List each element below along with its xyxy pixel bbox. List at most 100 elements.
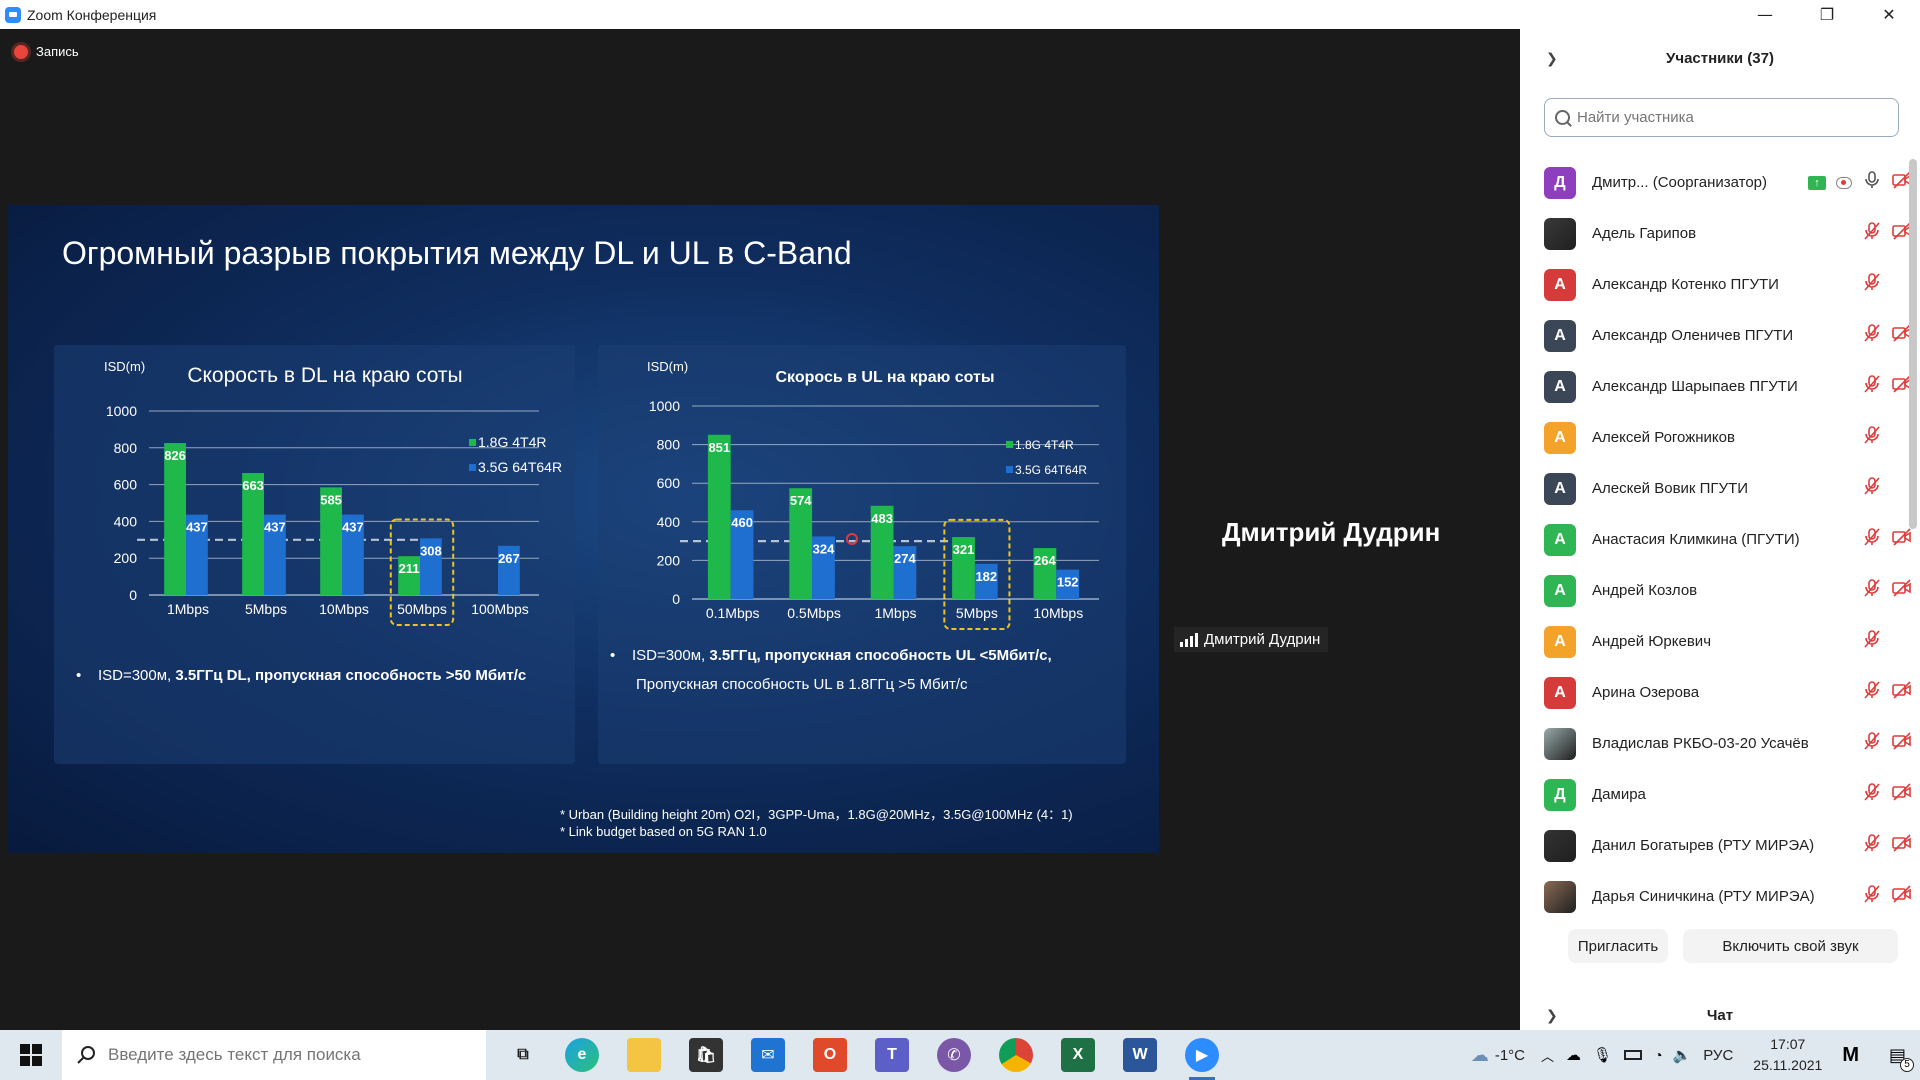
speaker-name-tag-label: Дмитрий Дудрин bbox=[1204, 631, 1321, 648]
participant-status-icons bbox=[1862, 221, 1912, 246]
invite-button[interactable]: Пригласить bbox=[1568, 929, 1668, 963]
participant-name: Андрей Юркевич bbox=[1592, 633, 1712, 650]
participants-header: ❯ Участники (37) bbox=[1520, 29, 1920, 87]
participant-avatar: А bbox=[1544, 472, 1576, 505]
participant-status-icons bbox=[1862, 527, 1912, 552]
weather-temperature[interactable]: -1°C bbox=[1495, 1047, 1525, 1064]
y-tick-label: 0 bbox=[672, 591, 680, 607]
widget-icon[interactable]: M bbox=[1842, 1044, 1859, 1067]
windows-taskbar: ⧉ e 🛍 ✉ OT ✆ XW ▶ ☁ -1°C ︿ ☁ 🎙 ◔ 🔈 РУС 17:07 25… bbox=[0, 1030, 1920, 1080]
x-tick-label: 5Mbps bbox=[956, 605, 998, 621]
participant-name: Александр Оленичев ПГУТИ bbox=[1592, 327, 1794, 344]
participant-list-scrollbar[interactable] bbox=[1909, 159, 1917, 529]
participant-row[interactable]: А Андрей Юркевич bbox=[1520, 616, 1912, 667]
chat-header[interactable]: ❯ Чат bbox=[1520, 1001, 1920, 1029]
volume-icon[interactable]: 🔈 bbox=[1673, 1046, 1692, 1064]
video-off-icon bbox=[1892, 782, 1912, 807]
participant-row[interactable]: Д Дмитр... (Соорганизатор) ↑ bbox=[1520, 157, 1912, 208]
taskbar-mail-icon[interactable]: ✉ bbox=[751, 1038, 785, 1072]
bar-value-label: 483 bbox=[871, 511, 893, 526]
taskbar-search-input[interactable] bbox=[108, 1045, 468, 1065]
bar-value-label: 308 bbox=[420, 543, 442, 558]
y-tick-label: 600 bbox=[114, 477, 138, 493]
y-tick-label: 600 bbox=[657, 475, 681, 491]
taskbar-excel-icon[interactable]: X bbox=[1061, 1038, 1095, 1072]
video-off-icon bbox=[1892, 833, 1912, 858]
clock-date: 25.11.2021 bbox=[1753, 1057, 1823, 1073]
collapse-participants-icon[interactable]: ❯ bbox=[1546, 50, 1558, 67]
onedrive-icon[interactable]: ☁ bbox=[1566, 1046, 1581, 1064]
participant-name: Дамира bbox=[1592, 786, 1646, 803]
participant-status-icons bbox=[1862, 272, 1912, 297]
participant-avatar bbox=[1544, 880, 1576, 913]
microphone-tray-icon[interactable]: 🎙 bbox=[1593, 1046, 1612, 1064]
participant-row[interactable]: А Александр Оленичев ПГУТИ bbox=[1520, 310, 1912, 361]
participant-row[interactable]: А Анастасия Климкина (ПГУТИ) bbox=[1520, 514, 1912, 565]
participant-row[interactable]: А Алексей Рогожников bbox=[1520, 412, 1912, 463]
x-tick-label: 5Mbps bbox=[245, 601, 287, 617]
minimize-button[interactable]: — bbox=[1734, 0, 1796, 29]
participant-row[interactable]: А Александр Котенко ПГУТИ bbox=[1520, 259, 1912, 310]
y-tick-label: 400 bbox=[114, 513, 138, 529]
ul-bullet-bold: 3.5ГГц, пропускная способность UL <5Мбит… bbox=[709, 647, 1052, 664]
participant-name: Данил Богатырев (РТУ МИРЭА) bbox=[1592, 837, 1815, 854]
language-indicator[interactable]: РУС bbox=[1703, 1047, 1733, 1064]
close-button[interactable]: ✕ bbox=[1858, 0, 1920, 29]
participant-row[interactable]: Д Дамира bbox=[1520, 769, 1912, 820]
participant-row[interactable]: Дарья Синичкина (РТУ МИРЭА) bbox=[1520, 871, 1912, 922]
chart-title: Скорость в DL на краю соты bbox=[187, 364, 462, 387]
taskbar-viber-icon[interactable]: ✆ bbox=[937, 1038, 971, 1072]
restore-button[interactable]: ❐ bbox=[1796, 0, 1858, 29]
recording-icon bbox=[14, 44, 28, 59]
microphone-muted-icon bbox=[1862, 782, 1882, 807]
participant-name: Дарья Синичкина (РТУ МИРЭА) bbox=[1592, 888, 1815, 905]
recording-indicator[interactable]: Запись bbox=[14, 44, 79, 59]
participant-row[interactable]: Адель Гарипов bbox=[1520, 208, 1912, 259]
taskbar-zoom-icon[interactable]: ▶ bbox=[1185, 1038, 1219, 1080]
x-tick-label: 0.5Mbps bbox=[787, 605, 841, 621]
tray-chevron-icon[interactable]: ︿ bbox=[1541, 1046, 1554, 1065]
taskbar-store-icon[interactable]: 🛍 bbox=[689, 1038, 723, 1072]
y-tick-label: 200 bbox=[114, 550, 138, 566]
collapse-chat-icon[interactable]: ❯ bbox=[1546, 1007, 1558, 1024]
taskbar-edge-icon[interactable]: e bbox=[565, 1038, 599, 1072]
dl-bullet-bold: 3.5ГГц DL, пропускная способность >50 Мб… bbox=[175, 667, 527, 684]
y-axis-label: ISD(m) bbox=[104, 359, 145, 374]
taskbar-task-view-icon[interactable]: ⧉ bbox=[506, 1038, 540, 1072]
battery-icon[interactable] bbox=[1624, 1050, 1643, 1060]
y-tick-label: 1000 bbox=[106, 403, 137, 419]
meeting-stage: Запись Огромный разрыв покрытия между DL… bbox=[0, 29, 1520, 1030]
participant-row[interactable]: А Арина Озерова bbox=[1520, 667, 1912, 718]
taskbar-office-icon[interactable]: O bbox=[813, 1038, 847, 1072]
notifications-icon[interactable]: ▤ 5 bbox=[1889, 1045, 1914, 1072]
taskbar-clock[interactable]: 17:07 25.11.2021 bbox=[1753, 1034, 1822, 1076]
video-off-icon bbox=[1892, 731, 1912, 756]
participant-row[interactable]: А Алескей Вовик ПГУТИ bbox=[1520, 463, 1912, 514]
participant-row[interactable]: Владислав РКБО-03-20 Усачёв bbox=[1520, 718, 1912, 769]
bar-value-label: 574 bbox=[790, 493, 812, 508]
participant-avatar: А bbox=[1544, 421, 1576, 454]
participant-search-input[interactable] bbox=[1577, 109, 1877, 126]
participants-panel: ❯ Участники (37) Д Дмитр... (Соорганизато… bbox=[1520, 29, 1920, 1030]
weather-icon[interactable]: ☁ bbox=[1471, 1045, 1489, 1066]
participant-row[interactable]: А Александр Шарыпаев ПГУТИ bbox=[1520, 361, 1912, 412]
footnote-line-1: * Urban (Building height 20m) O2I，3GPP-U… bbox=[560, 807, 1073, 822]
start-button[interactable] bbox=[0, 1030, 62, 1080]
taskbar-chrome-icon[interactable] bbox=[999, 1038, 1033, 1072]
bar bbox=[707, 434, 731, 599]
bar-value-label: 267 bbox=[498, 551, 520, 566]
taskbar-search[interactable] bbox=[62, 1030, 486, 1080]
wifi-icon[interactable]: ◔ bbox=[1654, 1047, 1662, 1063]
participant-row[interactable]: А Андрей Козлов bbox=[1520, 565, 1912, 616]
unmute-self-button[interactable]: Включить свой звук bbox=[1683, 929, 1898, 963]
taskbar-file-explorer-icon[interactable] bbox=[627, 1038, 661, 1072]
legend-swatch bbox=[469, 464, 476, 471]
participant-avatar: А bbox=[1544, 319, 1576, 352]
chat-title: Чат bbox=[1706, 1006, 1734, 1024]
participant-search[interactable] bbox=[1544, 98, 1899, 137]
bar-value-label: 437 bbox=[264, 520, 286, 535]
taskbar-teams-icon[interactable]: T bbox=[875, 1038, 909, 1072]
participant-row[interactable]: Данил Богатырев (РТУ МИРЭА) bbox=[1520, 820, 1912, 871]
taskbar-word-icon[interactable]: W bbox=[1123, 1038, 1157, 1072]
zoom-app-icon bbox=[5, 6, 21, 23]
